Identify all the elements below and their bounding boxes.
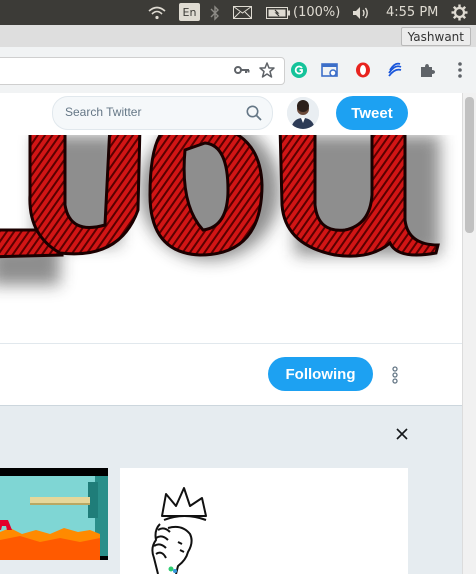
media-card-game[interactable] — [0, 468, 108, 560]
volume-icon[interactable] — [352, 0, 371, 25]
lines-extension-icon[interactable] — [386, 61, 404, 79]
profile-action-row: Following — [0, 344, 462, 406]
search-placeholder: Search Twitter — [65, 105, 142, 119]
keyboard-layout-indicator[interactable]: En — [179, 3, 200, 21]
twitter-header: Search Twitter Tweet — [0, 93, 462, 135]
search-icon[interactable] — [246, 105, 262, 125]
opera-icon[interactable] — [354, 61, 372, 79]
battery-icon[interactable] — [266, 0, 290, 25]
suggestions-section — [0, 406, 462, 574]
wifi-icon[interactable] — [148, 0, 166, 25]
browser-toolbar — [0, 47, 476, 94]
screen-capture-icon[interactable] — [321, 61, 339, 79]
star-icon[interactable] — [258, 61, 276, 79]
clock[interactable]: 4:55 PM — [386, 0, 438, 25]
more-options-icon[interactable] — [388, 366, 402, 384]
profile-name-chip[interactable]: Yashwant — [400, 27, 471, 46]
menu-dots-icon[interactable] — [451, 61, 469, 79]
grammarly-icon[interactable] — [290, 61, 308, 79]
page-scrollbar[interactable] — [462, 93, 476, 574]
mail-icon[interactable] — [233, 0, 252, 25]
power-gear-icon[interactable] — [451, 0, 468, 25]
key-icon[interactable] — [233, 61, 251, 79]
close-icon[interactable] — [394, 426, 410, 442]
following-button[interactable]: Following — [268, 357, 373, 391]
avatar[interactable] — [287, 97, 319, 129]
battery-percentage: (100%) — [293, 5, 341, 20]
puzzle-icon[interactable] — [418, 61, 436, 79]
tweet-button[interactable]: Tweet — [336, 96, 408, 130]
search-box[interactable]: Search Twitter — [52, 96, 273, 130]
profile-banner-image — [0, 135, 462, 344]
browser-title-strip: Yashwant — [0, 25, 476, 47]
system-top-panel: En (100%) 4:55 PM — [0, 0, 476, 25]
media-card-illustration[interactable] — [120, 468, 408, 574]
scrollbar-thumb[interactable] — [465, 97, 474, 233]
bluetooth-icon[interactable] — [210, 0, 220, 25]
